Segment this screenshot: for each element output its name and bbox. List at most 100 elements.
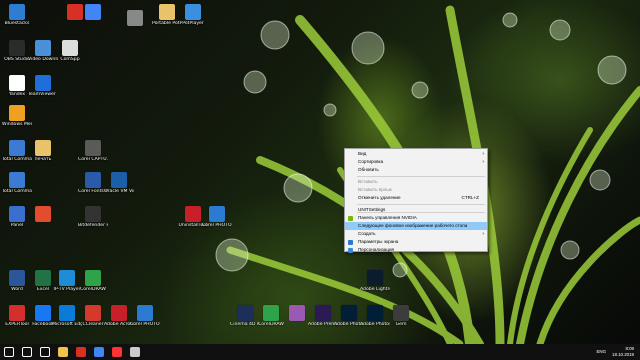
desktop-icon[interactable]: печать (28, 140, 58, 162)
coreldraw-icon (85, 270, 101, 286)
photoshop-icon (367, 305, 383, 321)
context-menu-item-label: Вставить ярлык (358, 187, 392, 192)
clock-date: 18.10.2019 (612, 351, 634, 357)
context-menu-item[interactable]: Вставить (345, 178, 487, 186)
context-menu-item[interactable]: Отменить удаление CTRL+Z (345, 194, 487, 202)
yandex-icon[interactable] (112, 347, 122, 357)
desktop-icon[interactable]: Corel PHOTO... (202, 206, 232, 228)
start-button-icon[interactable] (4, 347, 14, 357)
system-clock[interactable]: 8:09 18.10.2019 (612, 346, 634, 357)
context-menu-item-label: Сортировка (358, 159, 384, 164)
menu-separator (357, 204, 485, 205)
taskbar: ENG 8:09 18.10.2019 (0, 344, 640, 360)
context-menu-item[interactable]: Вставить ярлык (345, 186, 487, 194)
context-menu-item[interactable]: Персонализация (345, 246, 487, 254)
context-menu-item[interactable]: Панель управления NVIDIA (345, 214, 487, 222)
chevron-right-icon: › (482, 151, 484, 157)
desktop-icon[interactable]: Bitdefender Font M... (78, 206, 108, 228)
uninstall-icon (185, 206, 201, 222)
context-menu-item[interactable]: Сортировка › (345, 158, 487, 166)
menu-separator (357, 176, 485, 177)
explorer-icon[interactable] (58, 347, 68, 357)
context-menu-item[interactable]: Следующее фоновое изображение рабочего с… (345, 222, 487, 230)
corel-font-icon (85, 172, 101, 188)
virtualbox-icon (111, 172, 127, 188)
desktop-icon[interactable]: Oracle VM VirtualBox (104, 172, 134, 194)
cinema4d-icon (237, 305, 253, 321)
desktop-icon[interactable]: Adobe Lightroom (360, 270, 390, 292)
corel-capture-icon (85, 140, 101, 156)
context-menu-item[interactable]: Вид › (345, 150, 487, 158)
lightroom-icon (367, 270, 383, 286)
facebook-icon (35, 305, 51, 321)
photoshop-icon (341, 305, 357, 321)
desktop-icon-label: Panel (10, 223, 24, 228)
yandex-icon (9, 75, 25, 91)
app-icon (393, 305, 409, 321)
excel-icon (35, 270, 51, 286)
search-icon[interactable] (22, 347, 32, 357)
context-menu-item-label: Персонализация (358, 247, 394, 252)
opera-icon[interactable] (76, 347, 86, 357)
language-indicator[interactable]: ENG (596, 349, 606, 354)
personalize-icon (348, 247, 353, 253)
desktop-icon[interactable]: Video Downloader (28, 40, 58, 62)
desktop-icon[interactable]: Gem (386, 305, 416, 327)
context-menu-item-label: Следующее фоновое изображение рабочего с… (358, 223, 468, 228)
context-menu-item[interactable]: Создать › (345, 230, 487, 238)
font-icon (85, 206, 101, 222)
panel-icon (9, 206, 25, 222)
total-commander-icon (9, 172, 25, 188)
desktop-icon[interactable] (120, 10, 150, 27)
acrobat-icon (111, 305, 127, 321)
context-menu-item-label: Вид (358, 151, 367, 156)
chrome-icon (85, 4, 101, 20)
context-menu-item-label: Панель управления NVIDIA (358, 215, 417, 220)
menu-separator (357, 212, 485, 213)
display-icon (348, 239, 353, 245)
desktop-icon[interactable]: Corel CAPTU... (78, 140, 108, 162)
task-view-icon[interactable] (40, 347, 50, 357)
ccleaner-icon (85, 305, 101, 321)
desktop-icon-label: CorelDRAW (258, 322, 284, 327)
media-player-icon (9, 105, 25, 121)
desktop-icon[interactable]: Windows Media Player (2, 105, 32, 127)
desktop-icon-label: Video Downloader (28, 57, 58, 62)
desktop-icon-label: Corel PHOTO... (202, 223, 232, 228)
bluestacks-icon (9, 4, 25, 20)
context-menu-item-label: Отменить удаление (358, 195, 401, 200)
desktop-icon[interactable]: TeamViewer 14 (28, 75, 58, 97)
coreldraw-icon (263, 305, 279, 321)
potplayer-icon (185, 4, 201, 20)
desktop-icon[interactable] (28, 206, 58, 223)
folder-icon (35, 140, 51, 156)
context-menu-item[interactable]: Обновить (345, 166, 487, 174)
desktop-icon-label: Gem (395, 322, 407, 327)
chevron-right-icon: › (482, 159, 484, 165)
desktop-icon[interactable] (78, 4, 108, 21)
settings-icon[interactable] (130, 347, 140, 357)
context-menu-item-label: Создать (358, 231, 376, 236)
desktop-icon[interactable]: Total Commander (2, 172, 32, 194)
desktop-icon[interactable]: Corel PHOTO-PAI... (130, 305, 160, 327)
desktop-icon[interactable]: PotPlayer (178, 4, 208, 26)
desktop-icon-label: Oracle VM VirtualBox (104, 189, 134, 194)
iptv-icon (59, 270, 75, 286)
after-effects-icon (315, 305, 331, 321)
chrome-alt-icon (35, 206, 51, 222)
desktop-icon-label: CorelDRAW (80, 287, 106, 292)
corel-photo-icon (209, 206, 225, 222)
desktop-icon-label: Corel CAPTU... (78, 157, 108, 162)
context-menu-item-label: Обновить (358, 167, 379, 172)
obs-icon (9, 40, 25, 56)
desktop-icon[interactable]: CorelDRAW (78, 270, 108, 292)
total-commander-icon (9, 140, 25, 156)
desktop-icon[interactable]: ComSpp (55, 40, 85, 62)
context-menu-item-label: Параметры экрана (358, 239, 399, 244)
chrome-icon[interactable] (94, 347, 104, 357)
desktop-icon-label: Adobe Lightroom (360, 287, 390, 292)
chevron-right-icon: › (482, 231, 484, 237)
context-menu-item[interactable]: Параметры экрана (345, 238, 487, 246)
expert-icon (9, 305, 25, 321)
desktop-icon[interactable]: Bluestacks (2, 4, 32, 26)
